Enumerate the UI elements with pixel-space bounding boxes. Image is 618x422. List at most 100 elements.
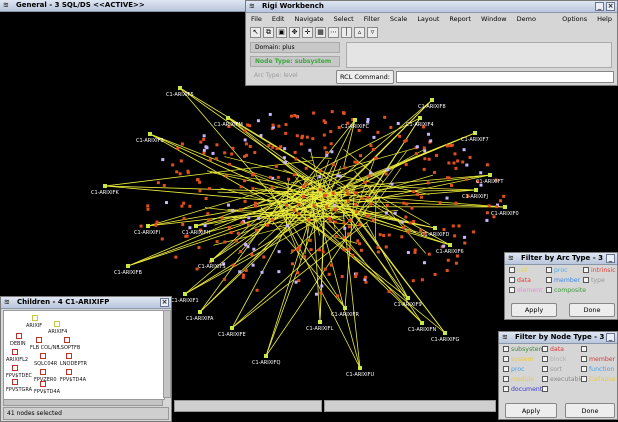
arc-type-checkbox[interactable]	[509, 267, 515, 273]
graph-node[interactable]	[224, 174, 228, 178]
graph-node[interactable]	[427, 157, 431, 161]
subsystem-node[interactable]	[226, 116, 230, 120]
child-node-icon[interactable]	[66, 353, 72, 359]
subsystem-node[interactable]	[418, 116, 422, 120]
node-type-option[interactable]: data	[542, 346, 564, 354]
graph-node[interactable]	[302, 185, 306, 189]
graph-node[interactable]	[319, 291, 323, 295]
down-icon[interactable]: ▿	[367, 27, 378, 38]
graph-node[interactable]	[406, 251, 410, 255]
graph-node[interactable]	[161, 158, 165, 162]
graph-node[interactable]	[302, 194, 306, 198]
graph-node[interactable]	[374, 156, 378, 160]
graph-node[interactable]	[223, 151, 227, 155]
node-type-checkbox[interactable]	[503, 356, 509, 362]
graph-node[interactable]	[162, 183, 166, 187]
graph-node[interactable]	[342, 235, 346, 239]
graph-node[interactable]	[186, 171, 190, 175]
graph-node[interactable]	[463, 241, 467, 245]
graph-node[interactable]	[248, 144, 252, 148]
graph-node[interactable]	[256, 119, 260, 123]
graph-node[interactable]	[329, 263, 333, 267]
graph-node[interactable]	[188, 226, 192, 230]
graph-node[interactable]	[304, 182, 308, 186]
graph-node[interactable]	[453, 234, 457, 238]
graph-node[interactable]	[447, 176, 451, 180]
graph-node[interactable]	[198, 189, 202, 193]
graph-node[interactable]	[307, 218, 311, 222]
node-type-option[interactable]: member	[581, 356, 615, 364]
graph-node[interactable]	[247, 216, 251, 220]
graph-node[interactable]	[277, 250, 281, 254]
graph-node[interactable]	[277, 124, 281, 128]
graph-node[interactable]	[211, 151, 215, 155]
graph-node[interactable]	[228, 162, 232, 166]
node-type-checkbox[interactable]	[542, 366, 548, 372]
graph-node[interactable]	[404, 215, 408, 219]
minimize-icon[interactable]: _	[606, 333, 615, 342]
graph-node[interactable]	[342, 248, 346, 252]
graph-node[interactable]	[222, 278, 226, 282]
arc-type-option[interactable]: composite	[546, 287, 586, 295]
graph-node[interactable]	[181, 222, 185, 226]
graph-node[interactable]	[354, 202, 358, 206]
graph-node[interactable]	[376, 250, 380, 254]
graph-node[interactable]	[244, 268, 248, 272]
graph-node[interactable]	[329, 130, 333, 134]
subsystem-node[interactable]	[126, 264, 130, 268]
graph-node[interactable]	[202, 151, 206, 155]
graph-node[interactable]	[445, 144, 449, 148]
graph-node[interactable]	[408, 221, 412, 225]
subsystem-node[interactable]	[230, 326, 234, 330]
graph-node[interactable]	[309, 248, 313, 252]
graph-node[interactable]	[420, 195, 424, 199]
graph-node[interactable]	[426, 181, 430, 185]
paste-icon[interactable]: ▣	[276, 27, 287, 38]
menu-navigate[interactable]: Navigate	[289, 15, 328, 23]
graph-node[interactable]	[243, 129, 247, 133]
graph-node[interactable]	[384, 172, 388, 176]
graph-node[interactable]	[246, 245, 250, 249]
graph-node[interactable]	[327, 217, 331, 221]
graph-node[interactable]	[348, 218, 352, 222]
graph-node[interactable]	[429, 139, 433, 143]
graph-node[interactable]	[346, 192, 350, 196]
graph-node[interactable]	[314, 292, 318, 296]
graph-node[interactable]	[398, 134, 402, 138]
graph-node[interactable]	[427, 252, 431, 256]
graph-node[interactable]	[208, 158, 212, 162]
graph-node[interactable]	[485, 211, 489, 215]
graph-node[interactable]	[331, 163, 335, 167]
window-menu-icon[interactable]: ≋	[502, 334, 511, 341]
graph-node[interactable]	[207, 187, 211, 191]
menu-edit[interactable]: Edit	[267, 15, 290, 23]
graph-node[interactable]	[178, 172, 182, 176]
graph-node[interactable]	[155, 220, 159, 224]
graph-node[interactable]	[283, 147, 287, 151]
graph-node[interactable]	[199, 140, 203, 144]
graph-node[interactable]	[175, 170, 179, 174]
node-type-option[interactable]	[581, 346, 589, 354]
graph-node[interactable]	[369, 202, 373, 206]
graph-node[interactable]	[202, 137, 206, 141]
graph-node[interactable]	[422, 167, 426, 171]
graph-node[interactable]	[468, 155, 472, 159]
graph-node[interactable]	[456, 159, 460, 163]
graph-node[interactable]	[215, 240, 219, 244]
graph-node[interactable]	[267, 144, 271, 148]
graph-node[interactable]	[251, 263, 255, 267]
graph-node[interactable]	[271, 145, 275, 149]
graph-node[interactable]	[416, 193, 420, 197]
child-node-icon[interactable]	[12, 365, 18, 371]
graph-node[interactable]	[442, 244, 446, 248]
graph-node[interactable]	[156, 181, 160, 185]
graph-node[interactable]	[215, 143, 219, 147]
graph-node[interactable]	[358, 242, 362, 246]
graph-node[interactable]	[297, 202, 301, 206]
graph-node[interactable]	[285, 203, 289, 207]
up-icon[interactable]: ▵	[354, 27, 365, 38]
graph-node[interactable]	[385, 168, 389, 172]
graph-node[interactable]	[336, 294, 340, 298]
node-type-checkbox[interactable]	[503, 376, 509, 382]
node-type-option[interactable]: subsystem	[503, 346, 544, 354]
